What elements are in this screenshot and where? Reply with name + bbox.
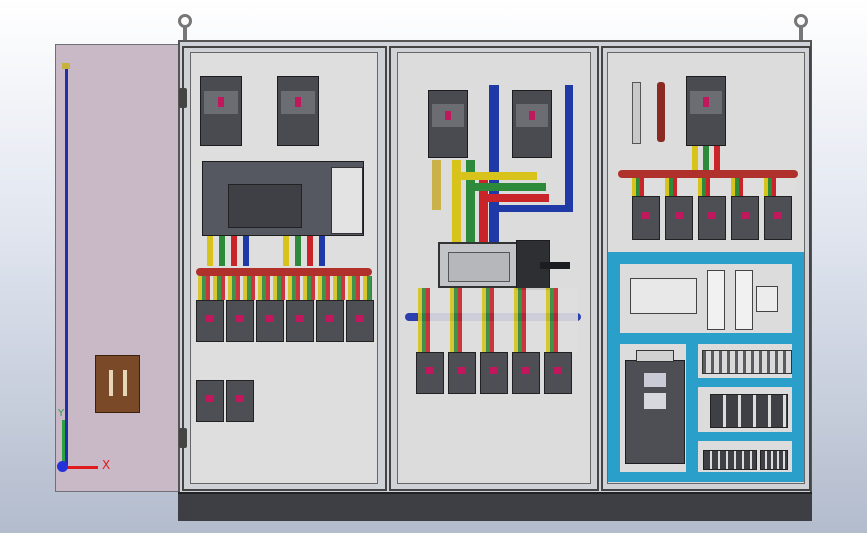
main-breaker-3[interactable] <box>428 90 468 158</box>
cable-duct-row-2 <box>698 432 792 441</box>
vfd-keypad[interactable] <box>644 393 666 409</box>
cable-duct-right <box>792 264 804 482</box>
main-breaker-5[interactable] <box>686 76 726 146</box>
terminal-strip-1 <box>702 350 792 374</box>
lifting-eye-right-stem <box>799 27 803 40</box>
busbar-l1-horizontal <box>452 172 537 180</box>
feeder-breaker-2[interactable] <box>226 300 254 342</box>
feeder-breaker-10[interactable] <box>512 352 540 394</box>
cable-duct-left <box>608 264 620 482</box>
feeder-breaker-8[interactable] <box>448 352 476 394</box>
busbar-l1-right <box>692 146 698 172</box>
terminal-strip-3 <box>760 450 788 470</box>
vfd-display <box>644 373 666 387</box>
feeder-breaker-15[interactable] <box>731 196 759 240</box>
feeder-wires-middle <box>418 288 578 353</box>
x-axis-label: X <box>102 458 111 472</box>
terminal-strip-2 <box>703 450 757 470</box>
busbar-l3-b <box>307 236 313 266</box>
feeder-breaker-13[interactable] <box>665 196 693 240</box>
handle-slot-right <box>123 370 127 396</box>
feeder-breaker-14[interactable] <box>698 196 726 240</box>
busbar-l2-horizontal <box>466 183 546 191</box>
feeder-breaker-11[interactable] <box>544 352 572 394</box>
transfer-switch[interactable] <box>202 161 364 236</box>
distribution-rail-right <box>618 170 798 178</box>
lifting-eye-right <box>794 14 808 28</box>
open-cabinet-door[interactable] <box>55 44 179 492</box>
busbar-l2-b <box>295 236 301 266</box>
aux-breaker-2[interactable] <box>226 380 254 422</box>
switch-handle-shaft[interactable] <box>540 262 570 269</box>
vfd-drive[interactable] <box>625 360 685 464</box>
cable-duct-top <box>608 252 804 264</box>
cable-duct-bottom <box>608 472 804 482</box>
feeder-breaker-16[interactable] <box>764 196 792 240</box>
door-latch <box>62 63 70 69</box>
busbar-n-vertical-2 <box>565 85 573 210</box>
lifting-eye-left-stem <box>183 27 187 40</box>
feeder-breaker-12[interactable] <box>632 196 660 240</box>
cable-duct-row-1 <box>698 378 792 387</box>
busbar-l1-a <box>207 236 213 266</box>
busbar-l3-horizontal <box>479 194 549 202</box>
feeder-breaker-4[interactable] <box>286 300 314 342</box>
neutral-terminal-bar <box>632 82 641 144</box>
busbar-n-b <box>319 236 325 266</box>
busbar-feed-1 <box>432 160 441 210</box>
relay-block-top[interactable] <box>756 286 778 312</box>
feeder-breaker-5[interactable] <box>316 300 344 342</box>
transfer-switch-window <box>228 184 302 228</box>
feeder-breaker-3[interactable] <box>256 300 284 342</box>
y-axis-label: Y <box>58 408 65 419</box>
busbar-n-a <box>243 236 249 266</box>
main-breaker-2[interactable] <box>277 76 319 146</box>
door-cable <box>65 65 68 465</box>
busbar-l2-a <box>219 236 225 266</box>
lifting-eye-left <box>178 14 192 28</box>
y-axis-arrow <box>62 420 65 467</box>
busbar-n-vertical-1 <box>489 85 499 245</box>
earth-terminal-bar <box>657 82 665 142</box>
distribution-rail-left <box>196 268 372 276</box>
feeder-wires-right <box>632 178 796 196</box>
switch-body <box>448 252 510 282</box>
hinge-1 <box>179 88 187 108</box>
feeder-breaker-6[interactable] <box>346 300 374 342</box>
z-axis-origin <box>57 461 68 472</box>
busbar-l1-b <box>283 236 289 266</box>
main-breaker-4[interactable] <box>512 90 552 158</box>
door-handle-box[interactable] <box>95 355 140 413</box>
x-axis-arrow <box>63 466 98 469</box>
hinge-2 <box>179 428 187 448</box>
plc-module[interactable] <box>630 278 697 314</box>
feeder-wires-left <box>198 276 372 300</box>
cabinet-plinth <box>178 492 812 521</box>
aux-breaker-1[interactable] <box>196 380 224 422</box>
power-supply-1[interactable] <box>707 270 725 330</box>
feeder-breaker-7[interactable] <box>416 352 444 394</box>
feeder-breaker-9[interactable] <box>480 352 508 394</box>
busbar-l3-a <box>231 236 237 266</box>
transfer-switch-module <box>331 167 363 234</box>
power-supply-2[interactable] <box>735 270 753 330</box>
busbar-l2-right <box>703 146 709 172</box>
vfd-top-terminals <box>636 350 674 362</box>
cable-duct-vertical-mid <box>686 344 698 472</box>
contactor-bank[interactable] <box>710 394 788 428</box>
busbar-n-horizontal <box>495 205 573 212</box>
handle-slot-left <box>109 370 113 396</box>
cable-duct-middle <box>620 333 792 344</box>
busbar-l3-right <box>714 146 720 172</box>
feeder-breaker-1[interactable] <box>196 300 224 342</box>
load-break-switch[interactable] <box>438 242 518 288</box>
main-breaker-1[interactable] <box>200 76 242 146</box>
